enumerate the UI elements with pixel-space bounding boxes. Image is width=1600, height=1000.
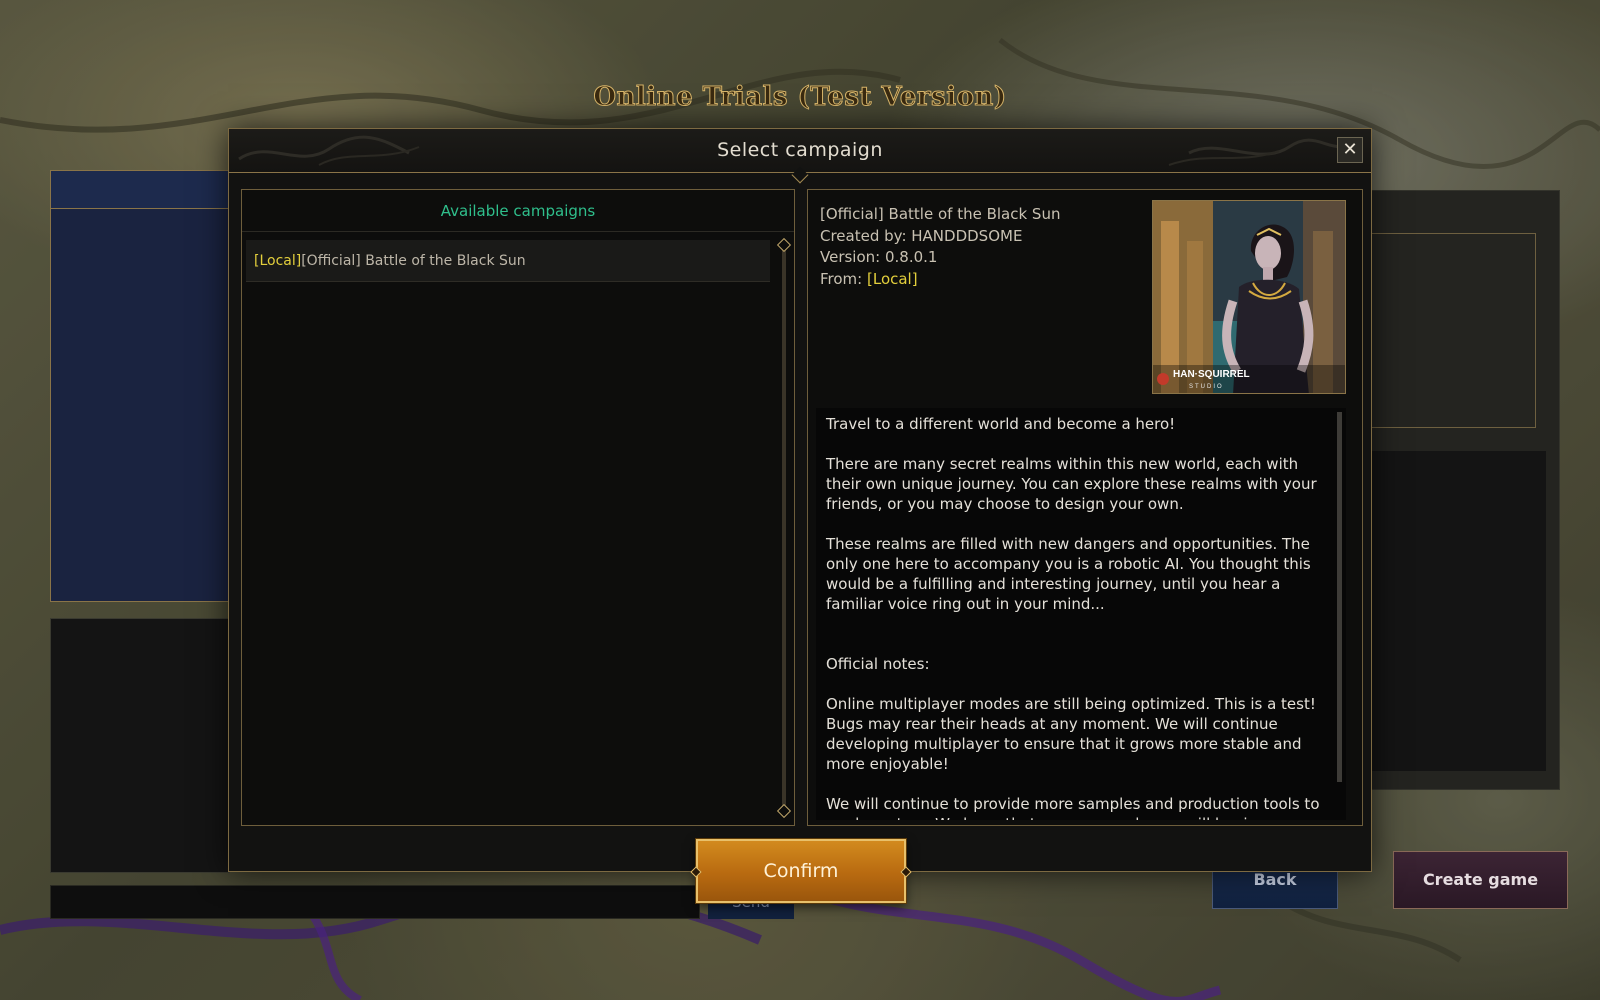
detail-version: Version: 0.8.0.1 [820, 248, 938, 266]
lobby-chat-log [50, 618, 230, 873]
cover-studio-sub: STUDIO [1189, 384, 1224, 390]
campaign-name: [Official] Battle of the Black Sun [301, 253, 526, 269]
detail-from: From: [Local] [820, 269, 918, 288]
dialog-title: Select campaign [717, 139, 883, 161]
campaign-description: Travel to a different world and become a… [826, 415, 1320, 820]
create-game-button[interactable]: Create game [1393, 851, 1568, 909]
page-title: Online Trials (Test Version) [593, 82, 1007, 113]
campaign-meta: [Official] Battle of the Black Sun Creat… [820, 204, 1060, 290]
detail-created-by: Created by: HANDDDSOME [820, 226, 1023, 245]
confirm-button[interactable]: Confirm [690, 839, 912, 903]
scroll-up-icon[interactable] [776, 237, 792, 253]
detail-name: [Official] Battle of the Black Sun [820, 205, 1061, 223]
scroll-down-icon[interactable] [776, 803, 792, 819]
lobby-settings-panel [1370, 190, 1560, 790]
campaign-detail-panel: [Official] Battle of the Black Sun Creat… [807, 189, 1363, 826]
campaign-list-item[interactable]: [Local][Official] Battle of the Black Su… [246, 240, 770, 282]
campaign-description-box[interactable]: Travel to a different world and become a… [816, 408, 1346, 820]
list-scrollbar[interactable] [782, 244, 786, 812]
campaign-source-tag: [Local] [254, 253, 302, 269]
description-scrollbar[interactable] [1337, 412, 1342, 782]
close-icon[interactable]: ✕ [1337, 137, 1363, 163]
campaign-list-panel: Available campaigns [Local][Official] Ba… [241, 189, 795, 826]
chat-input[interactable] [50, 885, 700, 919]
select-campaign-dialog: Select campaign ✕ Available campaigns [L… [228, 128, 1372, 872]
list-header: Available campaigns [242, 190, 794, 232]
confirm-label: Confirm [763, 860, 839, 882]
lobby-player-list [50, 170, 230, 602]
campaign-cover-image: HAN·SQUIRREL STUDIO [1152, 200, 1346, 394]
cover-studio-name: HAN·SQUIRREL [1173, 369, 1250, 380]
